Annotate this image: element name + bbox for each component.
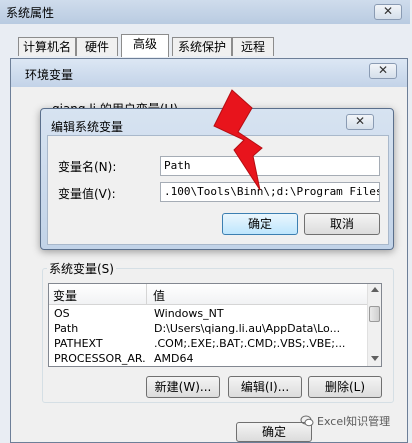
edit-dialog-title: 编辑系统变量 — [51, 120, 124, 134]
list-item[interactable]: PROCESSOR_AR... AMD64 — [50, 351, 360, 365]
list-item[interactable]: PATHEXT .COM;.EXE;.BAT;.CMD;.VBS;.VBE;..… — [50, 336, 360, 351]
edit-ok-button[interactable]: 确定 — [222, 213, 298, 235]
list-item[interactable]: Path D:\Users\qiang.li.au\AppData\Lo... — [50, 321, 360, 336]
tab-advanced[interactable]: 高级 — [121, 34, 169, 57]
scrollbar-thumb[interactable] — [369, 306, 380, 322]
watermark: Excel知识管理 — [300, 413, 390, 429]
tab-computer-name[interactable]: 计算机名 — [18, 37, 76, 56]
close-icon[interactable]: ✕ — [369, 63, 397, 79]
variable-value: AMD64 — [154, 352, 194, 365]
system-variables-group-label: 系统变量(S) — [47, 260, 116, 277]
variable-name: OS — [54, 307, 70, 320]
tab-system-protection[interactable]: 系统保护 — [172, 37, 232, 56]
variable-name-label: 变量名(N): — [58, 160, 117, 174]
lightning-arrow-shape — [213, 89, 263, 191]
edit-cancel-button[interactable]: 取消 — [304, 213, 380, 235]
system-properties-title: 系统属性 — [6, 6, 55, 20]
edit-variable-button[interactable]: 编辑(I)... — [228, 376, 302, 398]
variable-value: Windows_NT — [154, 307, 224, 320]
variable-name: Path — [54, 322, 79, 335]
wechat-icon — [300, 415, 314, 427]
column-divider — [146, 284, 147, 304]
environment-variables-title: 环境变量 — [25, 68, 74, 82]
variable-value: .COM;.EXE;.BAT;.CMD;.VBS;.VBE;... — [154, 337, 346, 350]
scroll-up-icon[interactable] — [371, 287, 379, 292]
new-variable-button[interactable]: 新建(W)... — [146, 376, 220, 398]
column-header-value[interactable]: 值 — [153, 287, 165, 304]
variable-name: PROCESSOR_AR... — [54, 352, 146, 365]
tab-remote[interactable]: 远程 — [232, 37, 274, 56]
red-arrow-annotation — [213, 89, 263, 191]
delete-variable-button[interactable]: 删除(L) — [308, 376, 382, 398]
close-icon[interactable]: ✕ — [346, 114, 374, 130]
system-properties-titlebar: 系统属性 ✕ — [0, 0, 410, 24]
variable-name: PATHEXT — [54, 337, 103, 350]
vertical-scrollbar[interactable] — [367, 284, 381, 366]
scroll-down-icon[interactable] — [371, 356, 379, 361]
list-item[interactable]: OS Windows_NT — [50, 306, 360, 321]
variable-value: D:\Users\qiang.li.au\AppData\Lo... — [154, 322, 341, 335]
close-icon[interactable]: ✕ — [374, 4, 402, 20]
tab-hardware[interactable]: 硬件 — [76, 37, 118, 56]
variable-value-label: 变量值(V): — [58, 187, 116, 201]
column-header-variable[interactable]: 变量 — [53, 287, 77, 304]
list-header: 变量 值 — [49, 284, 369, 305]
watermark-text: Excel知识管理 — [317, 415, 391, 428]
environment-variables-titlebar: 环境变量 ✕ — [11, 59, 407, 87]
